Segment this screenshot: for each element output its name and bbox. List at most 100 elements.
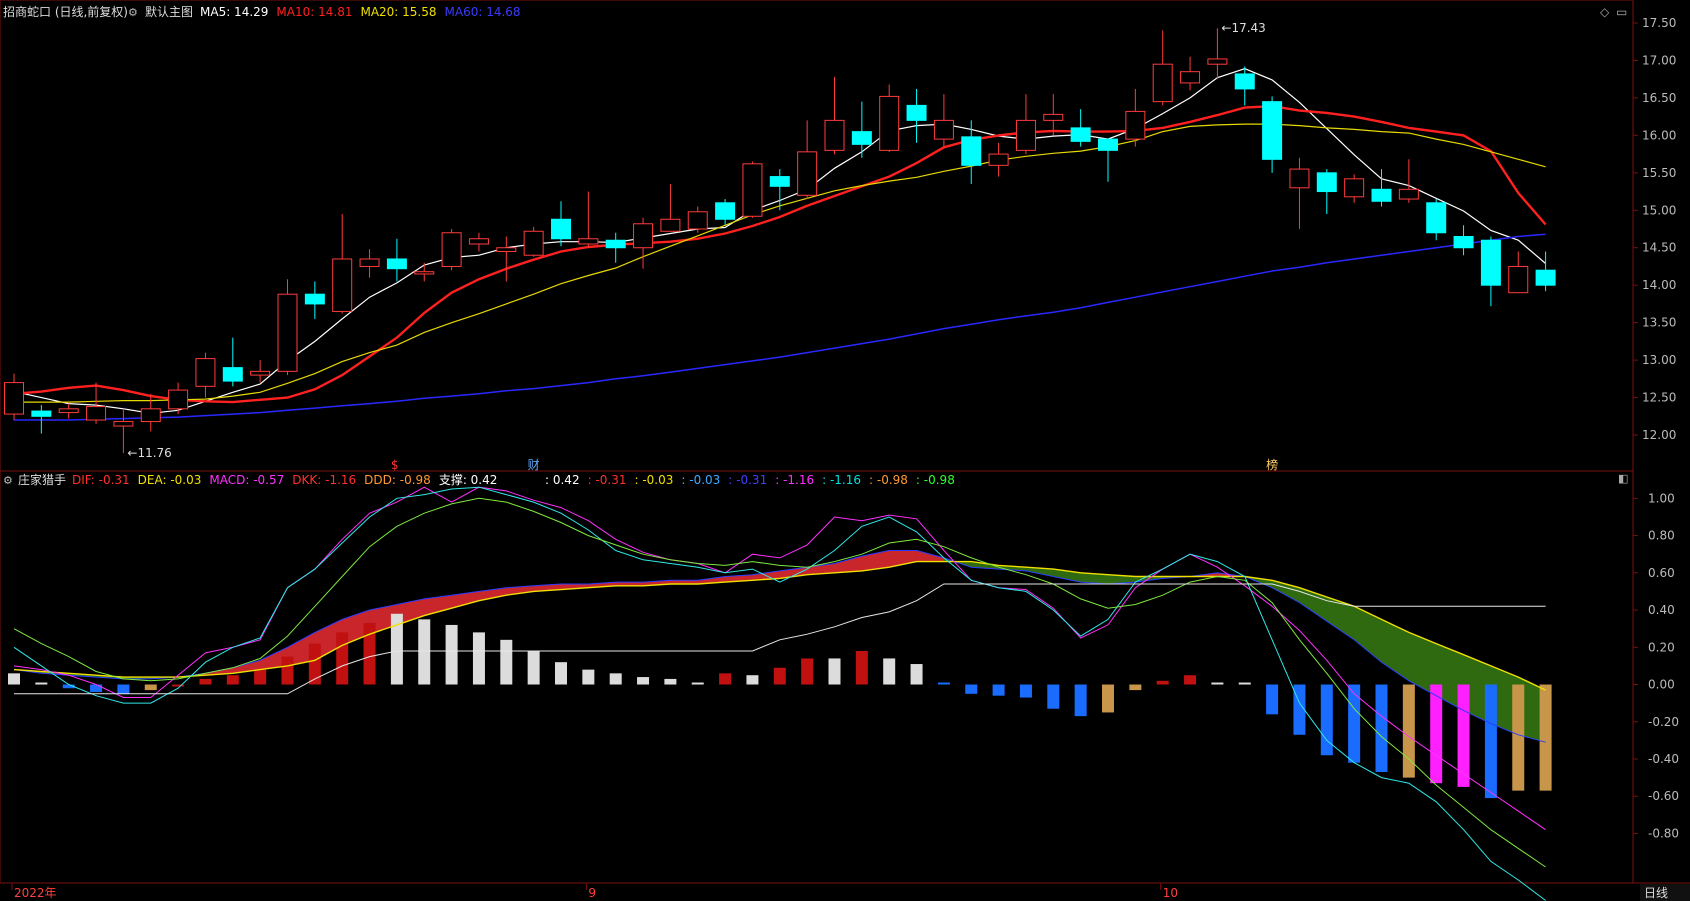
main-price-axis: 17.50 17.00 16.50 16.00 15.50 15.00 14.50 14.00… — [1633, 16, 1676, 442]
histogram-bar — [855, 651, 868, 685]
histogram-bar — [1047, 684, 1060, 709]
legend-item: DKK: -1.16 — [292, 473, 356, 487]
candle — [988, 142, 1009, 177]
legend-item: MA20: 15.58 — [360, 5, 436, 19]
candle — [1426, 199, 1447, 241]
stock-chart[interactable]: 17.50 17.00 16.50 16.00 15.50 15.00 14.50 14.00… — [0, 0, 1690, 901]
histogram-bar — [1430, 684, 1443, 784]
diamond-icon[interactable]: ◇ — [1600, 5, 1610, 19]
candle — [742, 161, 763, 218]
candle — [277, 279, 298, 376]
legend-item: : -0.03 — [634, 473, 673, 487]
histogram-bar — [1348, 684, 1361, 763]
price-tick-label: 14.00 — [1642, 278, 1676, 292]
histogram-bar — [719, 673, 732, 685]
histogram-bar — [35, 682, 48, 685]
collapse-icon[interactable]: ▭ — [1616, 5, 1627, 19]
histogram-bar — [1184, 675, 1197, 685]
event-marker[interactable]: 榜 — [1266, 457, 1278, 472]
indicator-name[interactable]: 庄家猎手 — [18, 472, 66, 487]
event-marker[interactable]: $ — [391, 458, 399, 472]
histogram-bar — [254, 669, 267, 685]
candle — [1344, 174, 1365, 203]
band-segment — [916, 550, 945, 562]
price-tick-label: 16.00 — [1642, 128, 1676, 142]
indicator-legend: DIF: -0.31 DEA: -0.03 MACD: -0.57 DKK: -1.1… — [72, 472, 497, 487]
legend-item: : -0.31 — [588, 473, 627, 487]
indicator-tick-label: -0.40 — [1648, 752, 1679, 766]
indicator-axis: 1.00 0.80 0.60 0.40 0.20 0.00 -0.20 -0.40 -0.60 -… — [1633, 491, 1679, 840]
panel-toggle-icon[interactable]: ◧ — [1618, 472, 1628, 485]
indicator-tick-label: 0.40 — [1648, 603, 1675, 617]
candle — [797, 120, 818, 200]
time-axis-labels: 2022年 9 10 — [11, 883, 1178, 900]
histogram-bar — [144, 684, 157, 691]
candle — [86, 382, 107, 424]
candle — [1125, 88, 1146, 147]
price-extreme-label: ←11.76 — [127, 446, 171, 460]
histogram-bar — [555, 662, 567, 685]
indicator-header: ⚙ 庄家猎手 DIF: -0.31 DEA: -0.03 MACD: -0.57 DK… — [3, 472, 955, 487]
indicator-tick-label: 1.00 — [1648, 491, 1675, 505]
histogram-bar — [828, 658, 841, 685]
histogram-bar — [1375, 684, 1388, 773]
indicator-tick-label: 0.60 — [1648, 566, 1675, 580]
band-segment — [451, 591, 480, 609]
candle — [1070, 109, 1091, 147]
histogram-bar — [937, 682, 950, 685]
band-segment — [834, 555, 863, 574]
candle — [195, 352, 216, 398]
indicator-lines — [13, 486, 1546, 901]
histogram-bar — [1102, 684, 1114, 713]
indicator-tick-label: 0.80 — [1648, 529, 1675, 543]
indicator-extra-values: : 0.42: -0.31: -0.03: -0.03: -0.31: -1.1… — [545, 473, 955, 487]
histogram-bar — [418, 619, 431, 685]
histogram-bar — [1266, 684, 1279, 715]
indicator-tick-label: -0.60 — [1648, 789, 1679, 803]
candle — [1289, 157, 1310, 230]
price-tick-label: 13.00 — [1642, 353, 1676, 367]
time-label: 9 — [588, 886, 596, 900]
candle — [359, 249, 380, 278]
candle — [1371, 169, 1392, 207]
candle — [386, 238, 407, 282]
legend-item: MA60: 14.68 — [445, 5, 521, 19]
candle — [1508, 251, 1529, 294]
candle — [1098, 138, 1118, 182]
legend-item: DDD: -0.98 — [364, 473, 431, 487]
price-tick-label: 12.50 — [1642, 391, 1676, 405]
histogram-bar — [910, 664, 923, 685]
histogram-bar — [336, 632, 349, 685]
period-button[interactable]: 日线 — [1644, 886, 1668, 900]
candle — [851, 101, 872, 158]
legend-item: MA10: 14.81 — [276, 5, 352, 19]
candle — [441, 229, 462, 271]
histogram-bar — [1019, 684, 1032, 698]
time-label: 2022年 — [14, 886, 57, 900]
candle — [496, 236, 517, 282]
indicator-settings-icon[interactable]: ⚙ — [3, 474, 13, 487]
time-label: 10 — [1163, 886, 1178, 900]
candle — [879, 84, 900, 152]
histogram-bar — [609, 673, 622, 685]
event-marker[interactable]: 财 — [528, 458, 540, 472]
candle — [1316, 169, 1337, 215]
candle — [961, 120, 982, 185]
template-label[interactable]: 默认主图 — [145, 4, 193, 19]
legend-item: : 0.42 — [545, 473, 580, 487]
indicator-line — [13, 550, 1546, 743]
moving-average-lines — [13, 68, 1547, 421]
settings-icon[interactable]: ⚙ — [128, 6, 138, 19]
legend-item: : -0.03 — [681, 473, 720, 487]
histogram-bar — [500, 639, 513, 685]
candle — [824, 76, 845, 155]
histogram-bar — [90, 684, 103, 692]
candle — [1207, 28, 1228, 80]
ma-line-ma60 — [14, 233, 1546, 421]
histogram-bar — [691, 682, 704, 685]
candle — [304, 281, 325, 319]
candle — [660, 184, 681, 232]
histogram-bar — [1129, 684, 1142, 691]
legend-item: : -1.16 — [822, 473, 861, 487]
candle — [715, 199, 736, 226]
